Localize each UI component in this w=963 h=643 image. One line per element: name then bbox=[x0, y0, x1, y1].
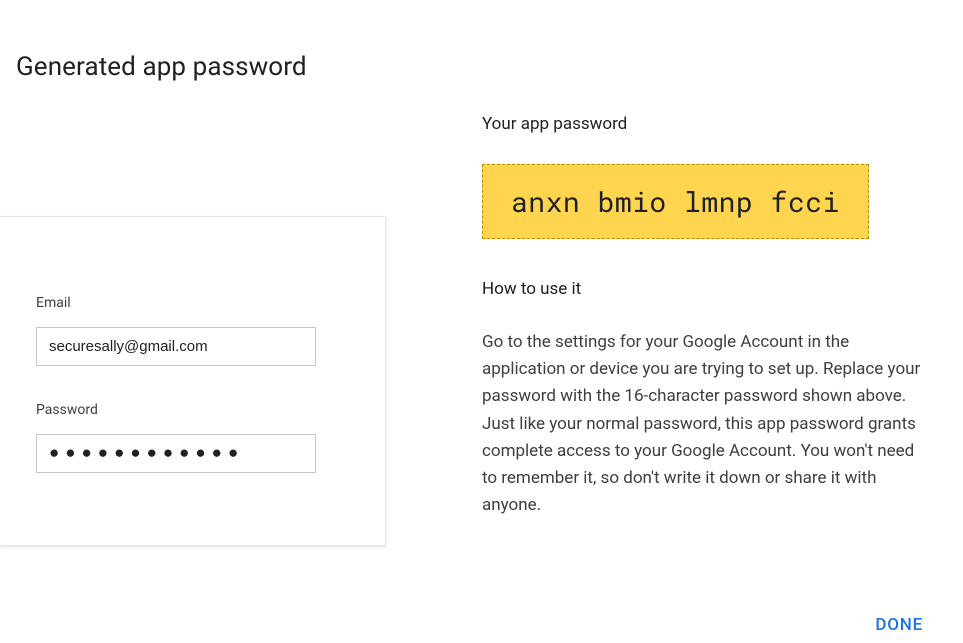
app-password-heading: Your app password bbox=[482, 114, 932, 134]
done-button[interactable]: DONE bbox=[863, 607, 935, 643]
instructions-para-1: Go to the settings for your Google Accou… bbox=[482, 332, 920, 406]
password-field-group: Password ●●●●●●●●●●●● bbox=[36, 402, 349, 473]
password-input[interactable]: ●●●●●●●●●●●● bbox=[36, 434, 316, 473]
content-area: Email Password ●●●●●●●●●●●● Your app pas… bbox=[0, 114, 963, 546]
email-label: Email bbox=[36, 295, 349, 311]
instructions-para-2: Just like your normal password, this app… bbox=[482, 414, 916, 516]
credentials-card: Email Password ●●●●●●●●●●●● bbox=[0, 216, 386, 546]
generated-password-box: anxn bmio lmnp fcci bbox=[482, 164, 869, 239]
how-to-use-heading: How to use it bbox=[482, 279, 932, 299]
page-title: Generated app password bbox=[0, 0, 963, 82]
password-label: Password bbox=[36, 402, 349, 418]
email-input[interactable] bbox=[36, 327, 316, 366]
email-field-group: Email bbox=[36, 295, 349, 366]
instructions-panel: Your app password anxn bmio lmnp fcci Ho… bbox=[482, 114, 932, 546]
instructions-text: Go to the settings for your Google Accou… bbox=[482, 329, 932, 519]
